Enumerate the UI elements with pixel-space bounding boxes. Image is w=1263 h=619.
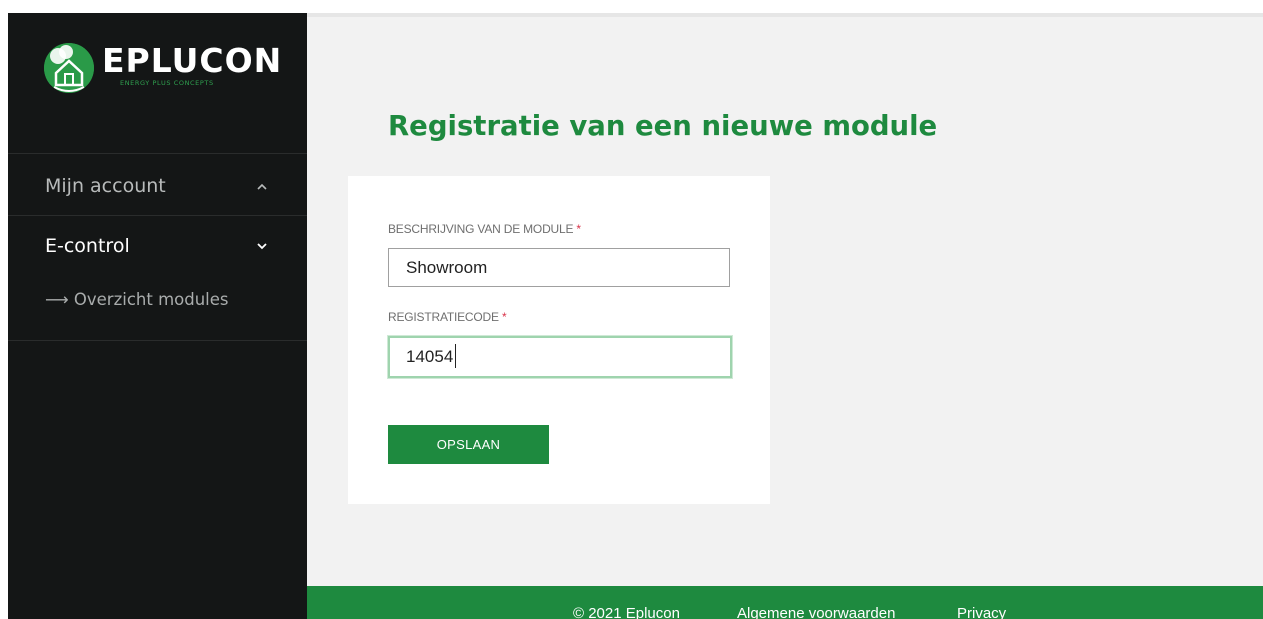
app-frame: EPLUCON ENERGY PLUS CONCEPTS Mijn accoun… [0, 0, 1263, 619]
footer-privacy-link[interactable]: Privacy [957, 605, 1006, 619]
registration-code-input[interactable] [388, 336, 732, 378]
required-marker: * [576, 222, 581, 236]
sidebar-item-label: E-control [45, 235, 130, 257]
sidebar-item-label: Mijn account [45, 175, 166, 197]
logo-tagline: ENERGY PLUS CONCEPTS [120, 79, 214, 87]
page-title: Registratie van een nieuwe module [388, 110, 938, 142]
chevron-down-icon[interactable] [255, 239, 269, 253]
sidebar-divider [8, 215, 307, 216]
sidebar-subitem-label: Overzicht modules [73, 290, 229, 309]
required-marker: * [501, 310, 507, 324]
sidebar-divider [8, 153, 307, 154]
sidebar-divider [8, 340, 307, 341]
sidebar-item-e-control[interactable]: E-control [45, 235, 130, 257]
text-cursor [455, 344, 456, 368]
description-label: BESCHRIJVING VAN DE MODULE * [388, 222, 581, 236]
description-input[interactable] [388, 248, 730, 287]
description-label-text: BESCHRIJVING VAN DE MODULE [388, 222, 574, 236]
logo-wordmark: EPLUCON [102, 41, 283, 80]
brand-logo[interactable]: EPLUCON ENERGY PLUS CONCEPTS [44, 43, 284, 113]
footer-copyright: © 2021 Eplucon [573, 605, 680, 619]
save-button[interactable]: OPSLAAN [388, 425, 549, 464]
registration-code-label: REGISTRATIECODE * [388, 310, 507, 324]
sidebar-item-mijn-account[interactable]: Mijn account [45, 175, 166, 197]
footer-terms-link[interactable]: Algemene voorwaarden [737, 605, 895, 619]
registration-code-label-text: REGISTRATIECODE [388, 310, 499, 324]
sidebar: EPLUCON ENERGY PLUS CONCEPTS Mijn accoun… [8, 13, 307, 619]
footer: © 2021 Eplucon Algemene voorwaarden Priv… [307, 586, 1263, 619]
logo-house-icon [44, 43, 94, 93]
chevron-up-icon[interactable] [255, 180, 269, 194]
arrow-right-icon: ⟶ [45, 290, 74, 309]
sidebar-subitem-overzicht-modules[interactable]: ⟶ Overzicht modules [45, 290, 229, 309]
